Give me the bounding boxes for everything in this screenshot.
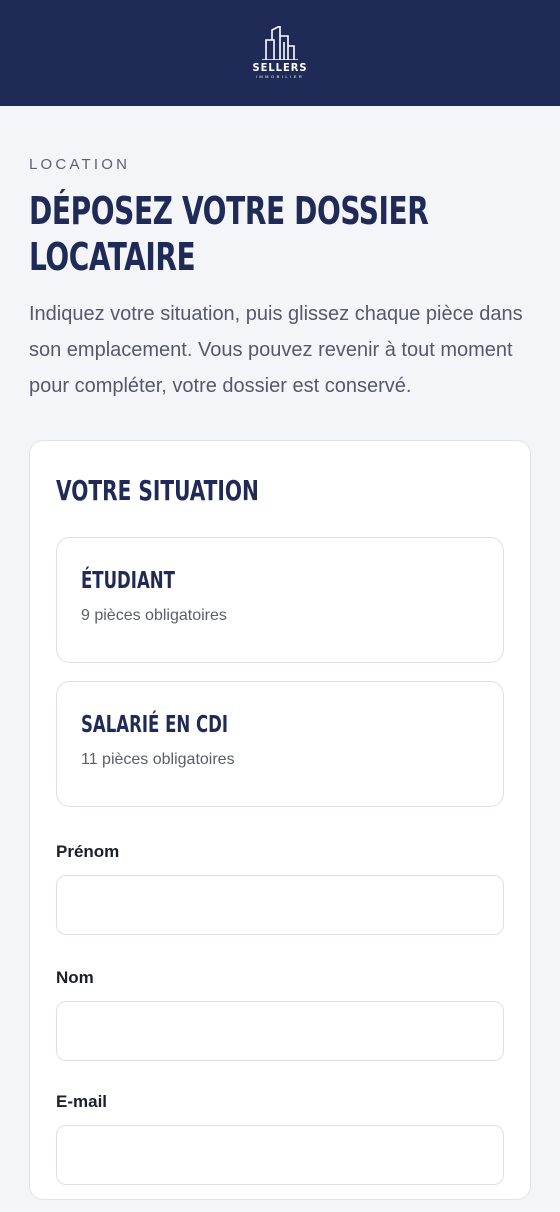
page-eyebrow: LOCATION — [29, 156, 131, 173]
brand-tagline: IMMOBILIER — [255, 74, 305, 79]
option-label: SALARIÉ EN CDI — [81, 712, 229, 738]
site-header: SELLERS IMMOBILIER — [0, 0, 560, 106]
situation-option-salarie-cdi[interactable]: SALARIÉ EN CDI 11 pièces obligatoires — [56, 681, 504, 807]
email-input[interactable] — [56, 1125, 504, 1185]
lastname-label: Nom — [56, 968, 94, 987]
brand-name: SELLERS — [252, 61, 308, 74]
email-field: E-mail — [56, 1091, 504, 1185]
situation-card: VOTRE SITUATION ÉTUDIANT 9 pièces obliga… — [29, 440, 531, 1200]
firstname-label: Prénom — [56, 842, 120, 861]
option-label: ÉTUDIANT — [81, 568, 175, 594]
page-title: DÉPOSEZ VOTRE DOSSIER LOCATAIRE — [29, 189, 429, 279]
lastname-field: Nom — [56, 967, 504, 1061]
firstname-input[interactable] — [56, 875, 504, 935]
page-intro: Indiquez votre situation, puis glissez c… — [29, 303, 523, 397]
email-label: E-mail — [56, 1092, 108, 1111]
situation-option-etudiant[interactable]: ÉTUDIANT 9 pièces obligatoires — [56, 537, 504, 663]
situation-title: VOTRE SITUATION — [56, 474, 259, 507]
option-detail: 9 pièces obligatoires — [81, 607, 227, 624]
brand-logo[interactable]: SELLERS IMMOBILIER — [252, 26, 307, 80]
building-logo-icon — [261, 26, 298, 60]
option-detail: 11 pièces obligatoires — [81, 751, 235, 768]
firstname-field: Prénom — [56, 841, 504, 935]
lastname-input[interactable] — [56, 1001, 504, 1061]
main-content: LOCATION DÉPOSEZ VOTRE DOSSIER LOCATAIRE… — [0, 106, 560, 1200]
